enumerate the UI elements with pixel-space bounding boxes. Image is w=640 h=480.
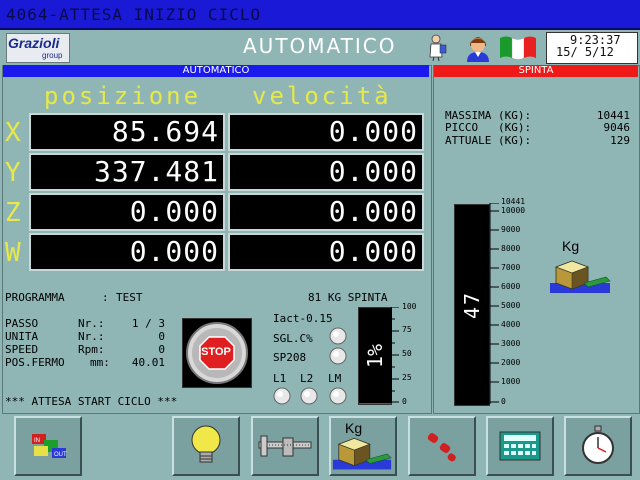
position-value-x: 85.694 xyxy=(111,115,219,148)
percent-tick: 75 xyxy=(402,325,412,334)
weight-button[interactable]: Kg xyxy=(329,416,397,476)
caliper-button[interactable] xyxy=(251,416,319,476)
spinta-tick: 2000 xyxy=(501,358,521,367)
auto-panel-title: AUTOMATICO xyxy=(182,65,250,76)
stop-label: STOP xyxy=(201,346,231,358)
spinta-tick: 3000 xyxy=(501,339,521,348)
tools-button[interactable] xyxy=(408,416,476,476)
speed-value-z: 0.000 xyxy=(328,195,418,228)
weight-icon xyxy=(548,255,614,295)
program-separator: : xyxy=(102,291,109,304)
spinta-tick: 7000 xyxy=(501,263,521,272)
percent-gauge: 1% xyxy=(358,307,392,405)
spinta-tick: 10000 xyxy=(501,206,526,215)
sgl-indicator-lamp xyxy=(329,327,347,345)
position-value-z: 0.000 xyxy=(129,195,219,228)
svg-text:IN: IN xyxy=(34,438,40,444)
speed-value-w: 0.000 xyxy=(328,235,418,268)
speed-value-y: 0.000 xyxy=(328,155,418,188)
spinta-peak-label: PICCO (KG): xyxy=(445,121,532,134)
weight-kg-label: Kg xyxy=(562,238,580,254)
spinta-kg: 81 KG SPINTA xyxy=(308,291,388,304)
spinta-current-label: ATTUALE (KG): xyxy=(445,134,532,147)
param-label-passo: PASSO xyxy=(5,317,39,330)
percent-tick: 0 xyxy=(402,397,407,406)
spinta-panel-title: SPINTA xyxy=(518,65,554,76)
message-text: 4064-ATTESA INIZIO CICLO xyxy=(6,5,262,24)
spinta-tick: 1000 xyxy=(501,377,521,386)
program-value: TEST xyxy=(116,291,143,304)
sgl-label: SGL.C% xyxy=(273,332,313,345)
spinta-bar-value: 47 xyxy=(460,290,484,320)
spinta-tick: 4000 xyxy=(501,320,521,329)
param-label-posfermo: POS.FERMO xyxy=(5,356,65,369)
position-value-y: 337.481 xyxy=(93,155,219,188)
io-button[interactable]: IN OUT xyxy=(14,416,82,476)
lm-label: LM xyxy=(328,372,342,385)
param-label-speed: SPEED xyxy=(5,343,39,356)
position-heading: posizione xyxy=(44,82,202,110)
percent-gauge-ticks xyxy=(391,307,399,403)
spinta-current-value: 129 xyxy=(610,134,630,147)
position-value-w: 0.000 xyxy=(129,235,219,268)
percent-tick: 25 xyxy=(402,373,412,382)
percent-tick: 100 xyxy=(402,302,417,311)
l2-label: L2 xyxy=(300,372,314,385)
param-unit-posfermo: mm: xyxy=(90,356,110,369)
axis-label-z: Z xyxy=(5,198,21,228)
spinta-bar: 47 xyxy=(454,204,490,406)
program-label: PROGRAMMA xyxy=(5,291,65,304)
axis-label-x: X xyxy=(5,118,21,148)
spinta-tick: 5000 xyxy=(501,301,521,310)
weight-icon xyxy=(332,438,392,470)
param-unit-speed: Rpm: xyxy=(78,343,105,356)
spinta-tick: 6000 xyxy=(501,282,521,291)
speed-value-x: 0.000 xyxy=(328,115,418,148)
param-value-posfermo: 40.01 xyxy=(131,356,165,369)
logo-subtext: group xyxy=(42,51,63,60)
l1-indicator-lamp xyxy=(273,387,291,405)
spinta-tick: 9000 xyxy=(501,225,521,234)
clock-date: 15/ 5/12 xyxy=(556,45,614,59)
status-text: *** ATTESA START CICLO *** xyxy=(5,395,178,408)
caliper-icon xyxy=(258,435,312,457)
percent-gauge-value: 1% xyxy=(363,343,387,369)
iact-label: Iact-0.15 xyxy=(273,312,333,325)
lightbulb-icon xyxy=(191,425,221,463)
spinta-tick: 8000 xyxy=(501,244,521,253)
spinta-peak-value: 9046 xyxy=(603,121,631,134)
percent-tick: 50 xyxy=(402,349,412,358)
spinta-scale-ticks xyxy=(489,203,499,404)
sp208-indicator-lamp xyxy=(329,347,347,365)
param-unit-unita: Nr.: xyxy=(78,330,105,343)
param-label-unita: UNITA xyxy=(5,330,39,343)
param-value-speed: 0 xyxy=(158,343,165,356)
calculator-button[interactable] xyxy=(486,416,554,476)
sp208-label: SP208 xyxy=(273,351,307,364)
logo-text: Grazioli xyxy=(8,35,60,51)
param-value-passo: 1 / 3 xyxy=(131,317,165,330)
tools-icon xyxy=(427,433,456,462)
axis-label-w: W xyxy=(5,238,21,268)
user-icon[interactable] xyxy=(464,32,492,62)
svg-text:OUT: OUT xyxy=(54,452,67,458)
l2-indicator-lamp xyxy=(300,387,318,405)
lm-indicator-lamp xyxy=(329,387,347,405)
italian-flag-icon[interactable] xyxy=(498,34,538,60)
spinta-scale-max: 10441 xyxy=(501,197,526,206)
l1-label: L1 xyxy=(273,372,287,385)
calculator-icon xyxy=(499,431,541,461)
spinta-tick: 0 xyxy=(501,397,506,406)
param-unit-passo: Nr.: xyxy=(78,317,105,330)
mode-title: AUTOMATICO xyxy=(243,34,397,58)
timer-button[interactable] xyxy=(564,416,632,476)
io-icon: IN OUT xyxy=(32,434,67,458)
stopwatch-icon xyxy=(582,425,614,464)
lamp-button[interactable] xyxy=(172,416,240,476)
param-value-unita: 0 xyxy=(158,330,165,343)
speed-heading: velocità xyxy=(252,82,392,110)
axis-label-y: Y xyxy=(5,158,21,188)
operator-icon[interactable] xyxy=(426,33,448,62)
